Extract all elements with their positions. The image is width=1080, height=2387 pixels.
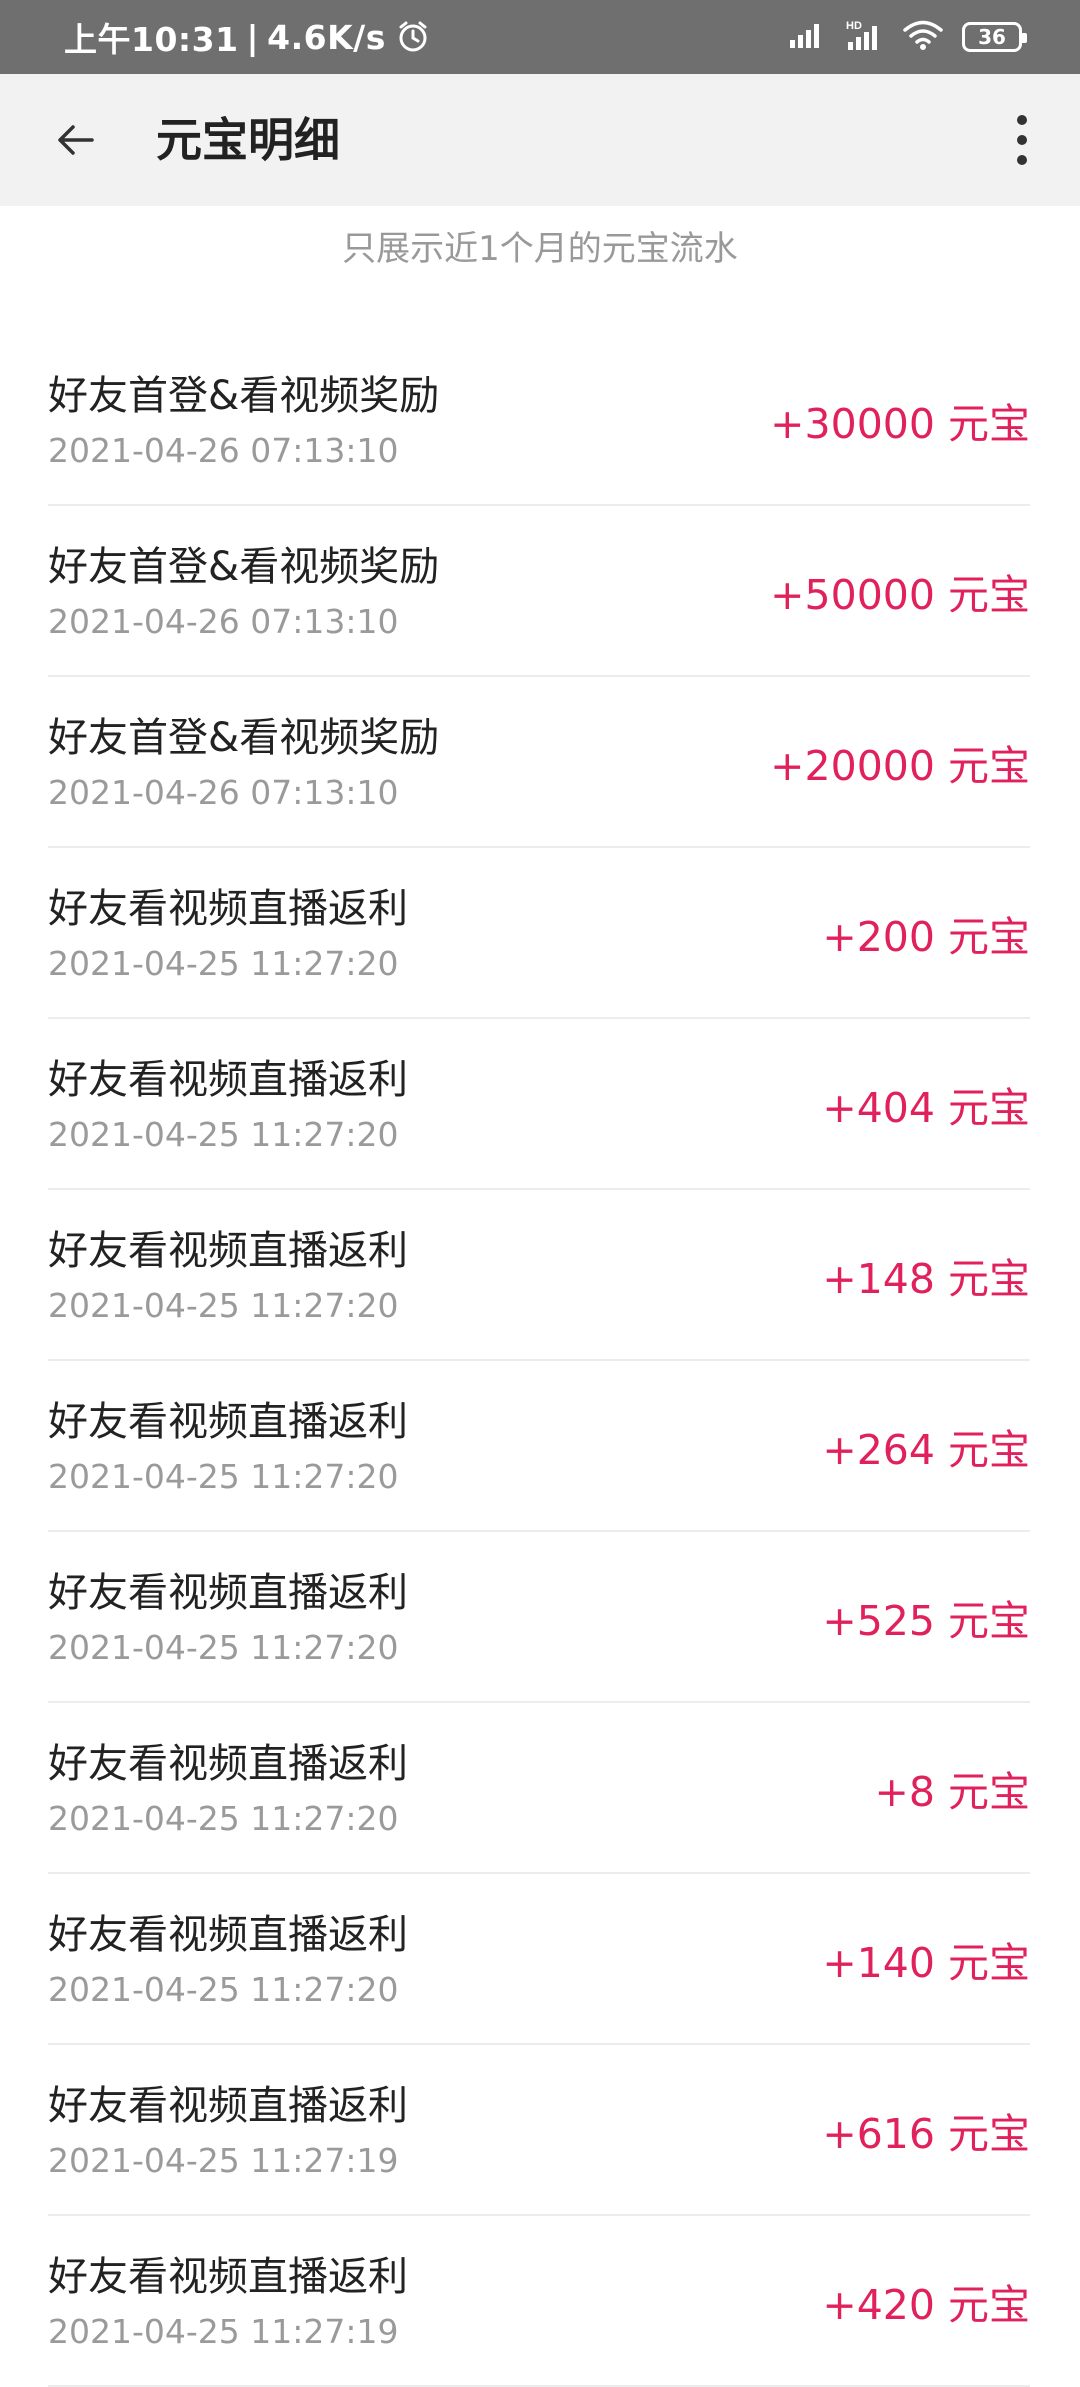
list-item[interactable]: 好友看视频直播返利 2021-04-25 11:27:20 +140 元宝 [48, 1874, 1030, 2045]
status-right: HD 36 [788, 0, 1027, 74]
list-item[interactable]: 好友看视频直播返利 2021-04-25 11:27:20 +8 元宝 [48, 1703, 1030, 1874]
battery-level: 36 [978, 25, 1006, 49]
item-title: 好友首登&看视频奖励 [48, 715, 440, 761]
list-item[interactable]: 好友看视频直播返利 2021-04-25 11:27:19 +616 元宝 [48, 2045, 1030, 2216]
list-item[interactable]: 好友首登&看视频奖励 2021-04-26 07:13:10 +30000 元宝 [48, 335, 1030, 506]
list-item[interactable]: 好友看视频直播返利 2021-04-25 11:27:19 +420 元宝 [48, 2216, 1030, 2387]
item-title: 好友看视频直播返利 [48, 1228, 408, 1274]
page-title: 元宝明细 [156, 113, 340, 167]
item-title: 好友首登&看视频奖励 [48, 373, 440, 419]
status-time: 上午10:31 [64, 20, 239, 59]
notice-text: 只展示近1个月的元宝流水 [342, 229, 738, 269]
item-time: 2021-04-26 07:13:10 [48, 602, 399, 641]
more-options-button[interactable] [986, 104, 1058, 176]
item-title: 好友首登&看视频奖励 [48, 544, 440, 590]
item-amount: +420 元宝 [822, 2280, 1030, 2329]
item-time: 2021-04-25 11:27:20 [48, 944, 399, 983]
item-amount: +404 元宝 [822, 1083, 1030, 1132]
list-item[interactable]: 好友看视频直播返利 2021-04-25 11:27:20 +264 元宝 [48, 1361, 1030, 1532]
item-time: 2021-04-26 07:13:10 [48, 773, 399, 812]
more-vertical-icon [1017, 115, 1027, 165]
item-title: 好友看视频直播返利 [48, 886, 408, 932]
item-amount: +30000 元宝 [770, 399, 1030, 448]
item-time: 2021-04-25 11:27:20 [48, 1628, 399, 1667]
list-item[interactable]: 好友首登&看视频奖励 2021-04-26 07:13:10 +20000 元宝 [48, 677, 1030, 848]
list-item[interactable]: 好友看视频直播返利 2021-04-25 11:27:20 +200 元宝 [48, 848, 1030, 1019]
wifi-icon [902, 19, 944, 55]
cellular-signal-hd-icon: HD [844, 18, 884, 56]
item-time: 2021-04-25 11:27:20 [48, 1457, 399, 1496]
item-time: 2021-04-25 11:27:19 [48, 2312, 399, 2351]
list-item[interactable]: 好友看视频直播返利 2021-04-25 11:27:20 +404 元宝 [48, 1019, 1030, 1190]
item-time: 2021-04-26 07:13:10 [48, 431, 399, 470]
back-button[interactable] [40, 104, 112, 176]
svg-text:HD: HD [846, 20, 862, 32]
item-title: 好友看视频直播返利 [48, 1912, 408, 1958]
item-amount: +525 元宝 [822, 1596, 1030, 1645]
item-title: 好友看视频直播返利 [48, 1570, 408, 1616]
transaction-list: 好友首登&看视频奖励 2021-04-26 07:13:10 +30000 元宝… [48, 335, 1030, 2387]
status-bar: 上午10:31 | 4.6K/s HD 36 [0, 0, 1080, 74]
item-title: 好友看视频直播返利 [48, 2254, 408, 2300]
battery-icon: 36 [962, 22, 1027, 52]
item-time: 2021-04-25 11:27:20 [48, 1286, 399, 1325]
item-time: 2021-04-25 11:27:19 [48, 2141, 399, 2180]
item-title: 好友看视频直播返利 [48, 1741, 408, 1787]
arrow-left-icon [58, 125, 94, 155]
item-amount: +140 元宝 [822, 1938, 1030, 1987]
item-amount: +50000 元宝 [770, 570, 1030, 619]
item-time: 2021-04-25 11:27:20 [48, 1970, 399, 2009]
item-amount: +616 元宝 [822, 2109, 1030, 2158]
item-amount: +20000 元宝 [770, 741, 1030, 790]
item-time: 2021-04-25 11:27:20 [48, 1799, 399, 1838]
app-bar: 元宝明细 [0, 74, 1080, 206]
cellular-signal-icon [788, 20, 826, 54]
item-amount: +148 元宝 [822, 1254, 1030, 1303]
item-amount: +264 元宝 [822, 1425, 1030, 1474]
status-left: 上午10:31 | 4.6K/s [64, 0, 430, 74]
list-item[interactable]: 好友首登&看视频奖励 2021-04-26 07:13:10 +50000 元宝 [48, 506, 1030, 677]
item-title: 好友看视频直播返利 [48, 2083, 408, 2129]
list-item[interactable]: 好友看视频直播返利 2021-04-25 11:27:20 +525 元宝 [48, 1532, 1030, 1703]
alarm-clock-icon [396, 20, 430, 54]
network-speed: 4.6K/s [267, 17, 386, 57]
status-separator: | [246, 17, 260, 57]
item-time: 2021-04-25 11:27:20 [48, 1115, 399, 1154]
item-amount: +200 元宝 [822, 912, 1030, 961]
item-title: 好友看视频直播返利 [48, 1399, 408, 1445]
item-title: 好友看视频直播返利 [48, 1057, 408, 1103]
item-amount: +8 元宝 [874, 1767, 1030, 1816]
list-item[interactable]: 好友看视频直播返利 2021-04-25 11:27:20 +148 元宝 [48, 1190, 1030, 1361]
